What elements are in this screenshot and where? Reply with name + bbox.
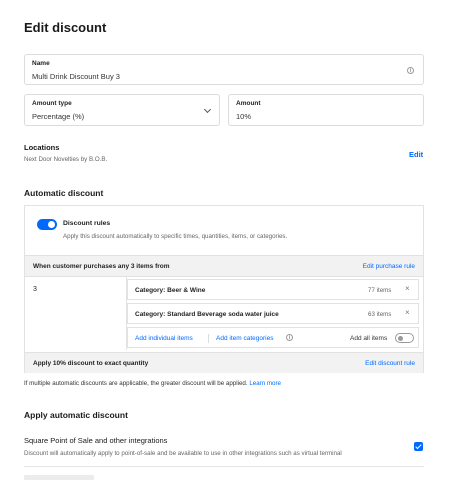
info-icon[interactable]: i — [407, 67, 414, 74]
next-section-partial — [24, 475, 94, 480]
remove-icon[interactable]: × — [405, 308, 410, 317]
amount-label: Amount — [236, 100, 261, 107]
purchase-rule-header: When customer purchases any 3 items from… — [25, 255, 423, 277]
integration-option-desc: Discount will automatically apply to poi… — [24, 450, 342, 457]
add-item-categories-link[interactable]: Add item categories — [216, 335, 273, 342]
apply-rule-row: Apply 10% discount to exact quantity Edi… — [25, 352, 423, 373]
amount-value: 10% — [236, 112, 252, 121]
edit-purchase-rule-link[interactable]: Edit purchase rule — [363, 263, 415, 270]
separator — [208, 334, 209, 343]
category-name: Category: Beer & Wine — [135, 287, 206, 294]
quantity-value: 3 — [33, 286, 37, 293]
category-count: 77 items — [368, 287, 392, 294]
divider — [24, 466, 424, 467]
add-all-items-label: Add all items — [350, 335, 388, 342]
remove-icon[interactable]: × — [405, 284, 410, 293]
amount-type-value: Percentage (%) — [32, 112, 85, 121]
discount-rules-label: Discount rules — [63, 220, 111, 227]
integration-checkbox[interactable] — [414, 442, 423, 451]
page-title: Edit discount — [24, 20, 107, 35]
multiple-discount-note: If multiple automatic discounts are appl… — [24, 380, 281, 387]
learn-more-link[interactable]: Learn more — [249, 380, 281, 387]
discount-rules-toggle[interactable] — [37, 219, 57, 230]
info-icon[interactable]: i — [286, 334, 293, 341]
edit-discount-rule-link[interactable]: Edit discount rule — [365, 360, 415, 367]
automatic-discount-title: Automatic discount — [24, 188, 104, 198]
category-name: Category: Standard Beverage soda water j… — [135, 311, 279, 318]
locations-edit-link[interactable]: Edit — [409, 150, 423, 159]
discount-rules-card: Discount rules Apply this discount autom… — [24, 205, 424, 373]
note-text: If multiple automatic discounts are appl… — [24, 380, 248, 387]
purchase-rule-text: When customer purchases any 3 items from — [33, 263, 170, 270]
apply-rule-text: Apply 10% discount to exact quantity — [33, 360, 149, 367]
category-row: Category: Beer & Wine 77 items × — [127, 279, 419, 300]
locations-title: Locations — [24, 143, 60, 152]
category-count: 63 items — [368, 311, 392, 318]
chevron-down-icon — [203, 105, 212, 114]
name-field[interactable]: Name Multi Drink Discount Buy 3 i — [24, 54, 424, 85]
add-individual-items-link[interactable]: Add individual items — [135, 335, 193, 342]
add-items-row: Add individual items Add item categories… — [127, 327, 419, 348]
name-field-label: Name — [32, 60, 50, 67]
discount-rules-desc: Apply this discount automatically to spe… — [63, 233, 288, 240]
add-all-items-toggle[interactable] — [395, 333, 414, 343]
amount-field[interactable]: Amount 10% — [228, 94, 424, 126]
apply-automatic-discount-title: Apply automatic discount — [24, 410, 128, 420]
locations-value: Next Door Novelties by B.O.B. — [24, 156, 108, 163]
name-field-value: Multi Drink Discount Buy 3 — [32, 72, 120, 81]
integration-option-title: Square Point of Sale and other integrati… — [24, 436, 168, 445]
amount-type-label: Amount type — [32, 100, 72, 107]
category-row: Category: Standard Beverage soda water j… — [127, 303, 419, 324]
amount-type-select[interactable]: Amount type Percentage (%) — [24, 94, 220, 126]
